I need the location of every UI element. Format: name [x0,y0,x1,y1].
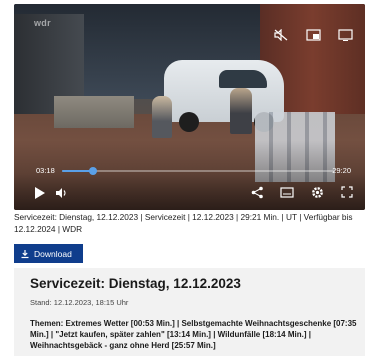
top-controls [273,28,353,42]
video-person [152,96,172,138]
progress-bar[interactable] [62,167,334,175]
download-icon [21,249,29,258]
subtitles-icon[interactable] [279,185,295,199]
download-label: Download [34,248,72,259]
video-player[interactable]: wdr 03:18 29:20 [14,4,365,210]
bottom-left-controls [32,186,70,200]
video-meta-line: Servicezeit: Dienstag, 12.12.2023 | Serv… [14,212,353,234]
picture-in-picture-icon[interactable] [305,28,321,42]
settings-icon[interactable] [309,185,325,199]
video-van-wheel [179,112,199,132]
bottom-right-controls [249,185,355,199]
download-button[interactable]: Download [14,244,83,263]
fullscreen-icon[interactable] [339,185,355,199]
cast-icon[interactable] [337,28,353,42]
wdr-logo: wdr [34,18,51,28]
progress-thumb[interactable] [88,167,97,175]
current-time: 03:18 [36,166,55,175]
video-person [230,88,252,134]
share-icon[interactable] [249,185,265,199]
article-topics: Themen: Extremes Wetter [00:53 Min.] | S… [30,319,357,350]
article-title: Servicezeit: Dienstag, 12.12.2023 [30,276,241,291]
mute-icon[interactable] [273,28,289,42]
article-card: Servicezeit: Dienstag, 12.12.2023 Stand:… [14,268,365,356]
video-table [54,96,134,128]
total-time: 29:20 [332,166,351,175]
article-date: Stand: 12.12.2023, 18:15 Uhr [30,298,129,307]
play-icon[interactable] [32,186,48,200]
volume-icon[interactable] [54,186,70,200]
video-van-window [219,70,267,88]
